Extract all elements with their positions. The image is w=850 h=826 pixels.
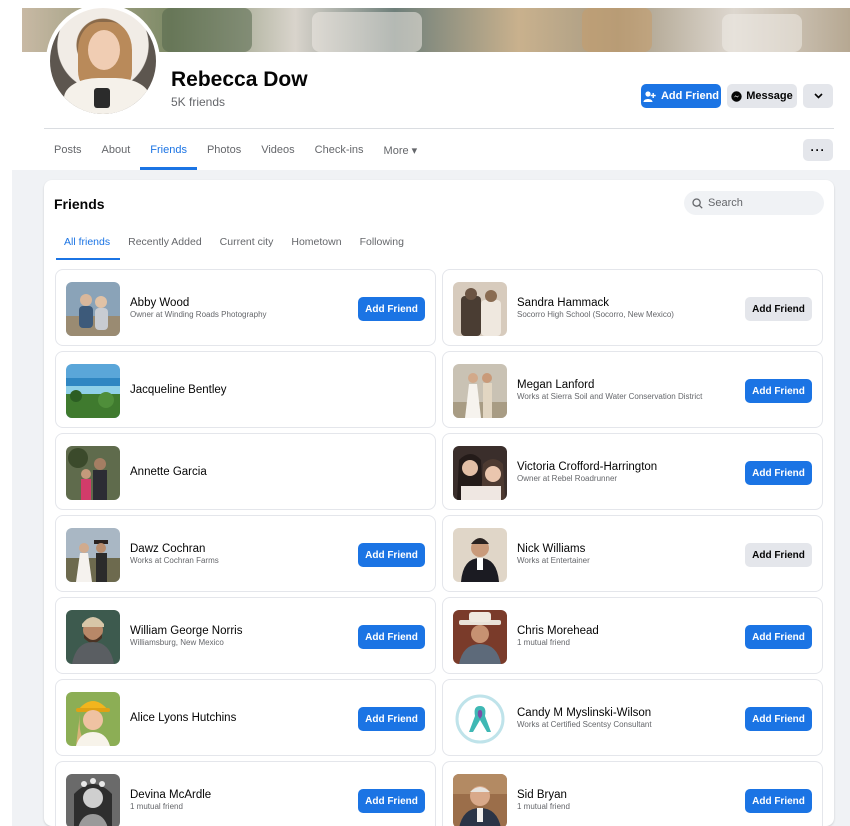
friend-subtitle: Owner at Winding Roads Photography bbox=[130, 309, 267, 319]
tab-videos[interactable]: Videos bbox=[251, 130, 304, 170]
add-friend-button[interactable]: Add Friend bbox=[358, 789, 425, 813]
friend-card: Annette Garcia bbox=[55, 433, 436, 510]
friend-name[interactable]: Jacqueline Bentley bbox=[130, 384, 350, 396]
friends-search[interactable] bbox=[684, 191, 824, 215]
friend-name[interactable]: Victoria Crofford-Harrington bbox=[517, 461, 737, 473]
friend-card: Dawz Cochran Works at Cochran Farms Add F… bbox=[55, 515, 436, 592]
friend-name[interactable]: Annette Garcia bbox=[130, 466, 350, 478]
friend-photo[interactable] bbox=[453, 528, 507, 582]
profile-name: Rebecca Dow bbox=[171, 68, 308, 91]
add-friend-button[interactable]: Add Friend bbox=[745, 461, 812, 485]
tab-recently-added[interactable]: Recently Added bbox=[120, 224, 212, 260]
friend-photo[interactable] bbox=[453, 446, 507, 500]
friends-grid: Abby Wood Owner at Winding Roads Photogra… bbox=[55, 269, 825, 826]
friend-subtitle: Works at Cochran Farms bbox=[130, 555, 219, 565]
friend-subtitle: Works at Certified Scentsy Consultant bbox=[517, 719, 652, 729]
friends-section-title: Friends bbox=[54, 196, 105, 212]
friend-subtitle: Owner at Rebel Roadrunner bbox=[517, 473, 618, 483]
profile-avatar[interactable] bbox=[46, 4, 160, 118]
add-friend-button[interactable]: Add Friend bbox=[358, 707, 425, 731]
friend-photo[interactable] bbox=[66, 610, 120, 664]
friend-subtitle: Works at Entertainer bbox=[517, 555, 590, 565]
tab-hometown[interactable]: Hometown bbox=[283, 224, 351, 260]
friend-photo[interactable] bbox=[453, 364, 507, 418]
tab-following[interactable]: Following bbox=[352, 224, 414, 260]
friend-photo[interactable] bbox=[66, 282, 120, 336]
friend-photo[interactable] bbox=[453, 692, 507, 746]
friend-name[interactable]: William George Norris bbox=[130, 625, 350, 637]
tab-current-city[interactable]: Current city bbox=[212, 224, 284, 260]
friend-card: Chris Morehead 1 mutual friend Add Friend bbox=[442, 597, 823, 674]
friend-card: Sandra Hammack Socorro High School (Socor… bbox=[442, 269, 823, 346]
add-friend-button[interactable]: Add Friend bbox=[745, 379, 812, 403]
add-friend-button[interactable]: Add Friend bbox=[358, 297, 425, 321]
profile-friends-count[interactable]: 5K friends bbox=[171, 95, 225, 109]
friends-filter-tabs: All friends Recently Added Current city … bbox=[56, 224, 414, 260]
tab-posts[interactable]: Posts bbox=[44, 130, 92, 170]
friend-photo[interactable] bbox=[453, 610, 507, 664]
friend-card: Abby Wood Owner at Winding Roads Photogra… bbox=[55, 269, 436, 346]
add-friend-button[interactable]: Add Friend bbox=[358, 543, 425, 567]
friend-subtitle: Williamsburg, New Mexico bbox=[130, 637, 224, 647]
friend-subtitle: 1 mutual friend bbox=[130, 801, 183, 811]
more-options-icon[interactable]: ··· bbox=[803, 139, 833, 161]
message-button[interactable]: Message bbox=[727, 84, 797, 108]
add-friend-button[interactable]: Add Friend bbox=[641, 84, 721, 108]
friend-photo[interactable] bbox=[66, 528, 120, 582]
friend-name[interactable]: Alice Lyons Hutchins bbox=[130, 712, 350, 724]
header-divider bbox=[44, 128, 834, 129]
add-friend-button[interactable]: Add Friend bbox=[358, 625, 425, 649]
friend-subtitle: Socorro High School (Socorro, New Mexico… bbox=[517, 309, 674, 319]
friend-name[interactable]: Candy M Myslinski-Wilson bbox=[517, 707, 737, 719]
add-friend-button[interactable]: Add Friend bbox=[745, 789, 812, 813]
search-input[interactable] bbox=[708, 197, 818, 209]
add-friend-button[interactable]: Add Friend bbox=[745, 297, 812, 321]
profile-options-button[interactable] bbox=[803, 84, 833, 108]
friend-name[interactable]: Nick Williams bbox=[517, 543, 737, 555]
friend-name[interactable]: Chris Morehead bbox=[517, 625, 737, 637]
tab-more[interactable]: More ▾ bbox=[374, 130, 428, 170]
friend-card: Victoria Crofford-Harrington Owner at Reb… bbox=[442, 433, 823, 510]
friend-photo[interactable] bbox=[66, 364, 120, 418]
friend-name[interactable]: Devina McArdle bbox=[130, 789, 350, 801]
friend-card: William George Norris Williamsburg, New M… bbox=[55, 597, 436, 674]
add-friend-button[interactable]: Add Friend bbox=[745, 707, 812, 731]
tab-photos[interactable]: Photos bbox=[197, 130, 251, 170]
friend-photo[interactable] bbox=[453, 282, 507, 336]
friend-card: Megan Lanford Works at Sierra Soil and Wa… bbox=[442, 351, 823, 428]
tab-about[interactable]: About bbox=[92, 130, 141, 170]
friend-card: Jacqueline Bentley bbox=[55, 351, 436, 428]
chevron-down-icon bbox=[813, 93, 823, 99]
friend-subtitle: 1 mutual friend bbox=[517, 801, 570, 811]
friend-card: Alice Lyons Hutchins Add Friend bbox=[55, 679, 436, 756]
friend-photo[interactable] bbox=[453, 774, 507, 826]
friend-name[interactable]: Megan Lanford bbox=[517, 379, 737, 391]
friend-name[interactable]: Sid Bryan bbox=[517, 789, 737, 801]
messenger-icon bbox=[731, 90, 742, 102]
add-friend-label: Add Friend bbox=[660, 90, 720, 102]
friend-subtitle: 1 mutual friend bbox=[517, 637, 570, 647]
tab-friends[interactable]: Friends bbox=[140, 130, 197, 170]
friend-name[interactable]: Dawz Cochran bbox=[130, 543, 350, 555]
friend-card: Sid Bryan 1 mutual friend Add Friend bbox=[442, 761, 823, 826]
friend-card: Nick Williams Works at Entertainer Add Fr… bbox=[442, 515, 823, 592]
profile-tabs: Posts About Friends Photos Videos Check-… bbox=[44, 130, 427, 170]
search-icon bbox=[692, 197, 703, 209]
friend-name[interactable]: Abby Wood bbox=[130, 297, 350, 309]
friend-subtitle: Works at Sierra Soil and Water Conservat… bbox=[517, 391, 703, 401]
friend-photo[interactable] bbox=[66, 774, 120, 826]
friend-name[interactable]: Sandra Hammack bbox=[517, 297, 737, 309]
add-friend-button[interactable]: Add Friend bbox=[745, 543, 812, 567]
message-label: Message bbox=[746, 90, 793, 102]
friend-card: Candy M Myslinski-Wilson Works at Certifi… bbox=[442, 679, 823, 756]
friend-card: Devina McArdle 1 mutual friend Add Friend bbox=[55, 761, 436, 826]
friend-photo[interactable] bbox=[66, 692, 120, 746]
friend-photo[interactable] bbox=[66, 446, 120, 500]
friends-card: Friends All friends Recently Added Curre… bbox=[44, 180, 834, 826]
add-friend-button[interactable]: Add Friend bbox=[745, 625, 812, 649]
add-person-icon bbox=[643, 90, 656, 102]
tab-check-ins[interactable]: Check-ins bbox=[305, 130, 374, 170]
tab-all-friends[interactable]: All friends bbox=[56, 224, 121, 260]
